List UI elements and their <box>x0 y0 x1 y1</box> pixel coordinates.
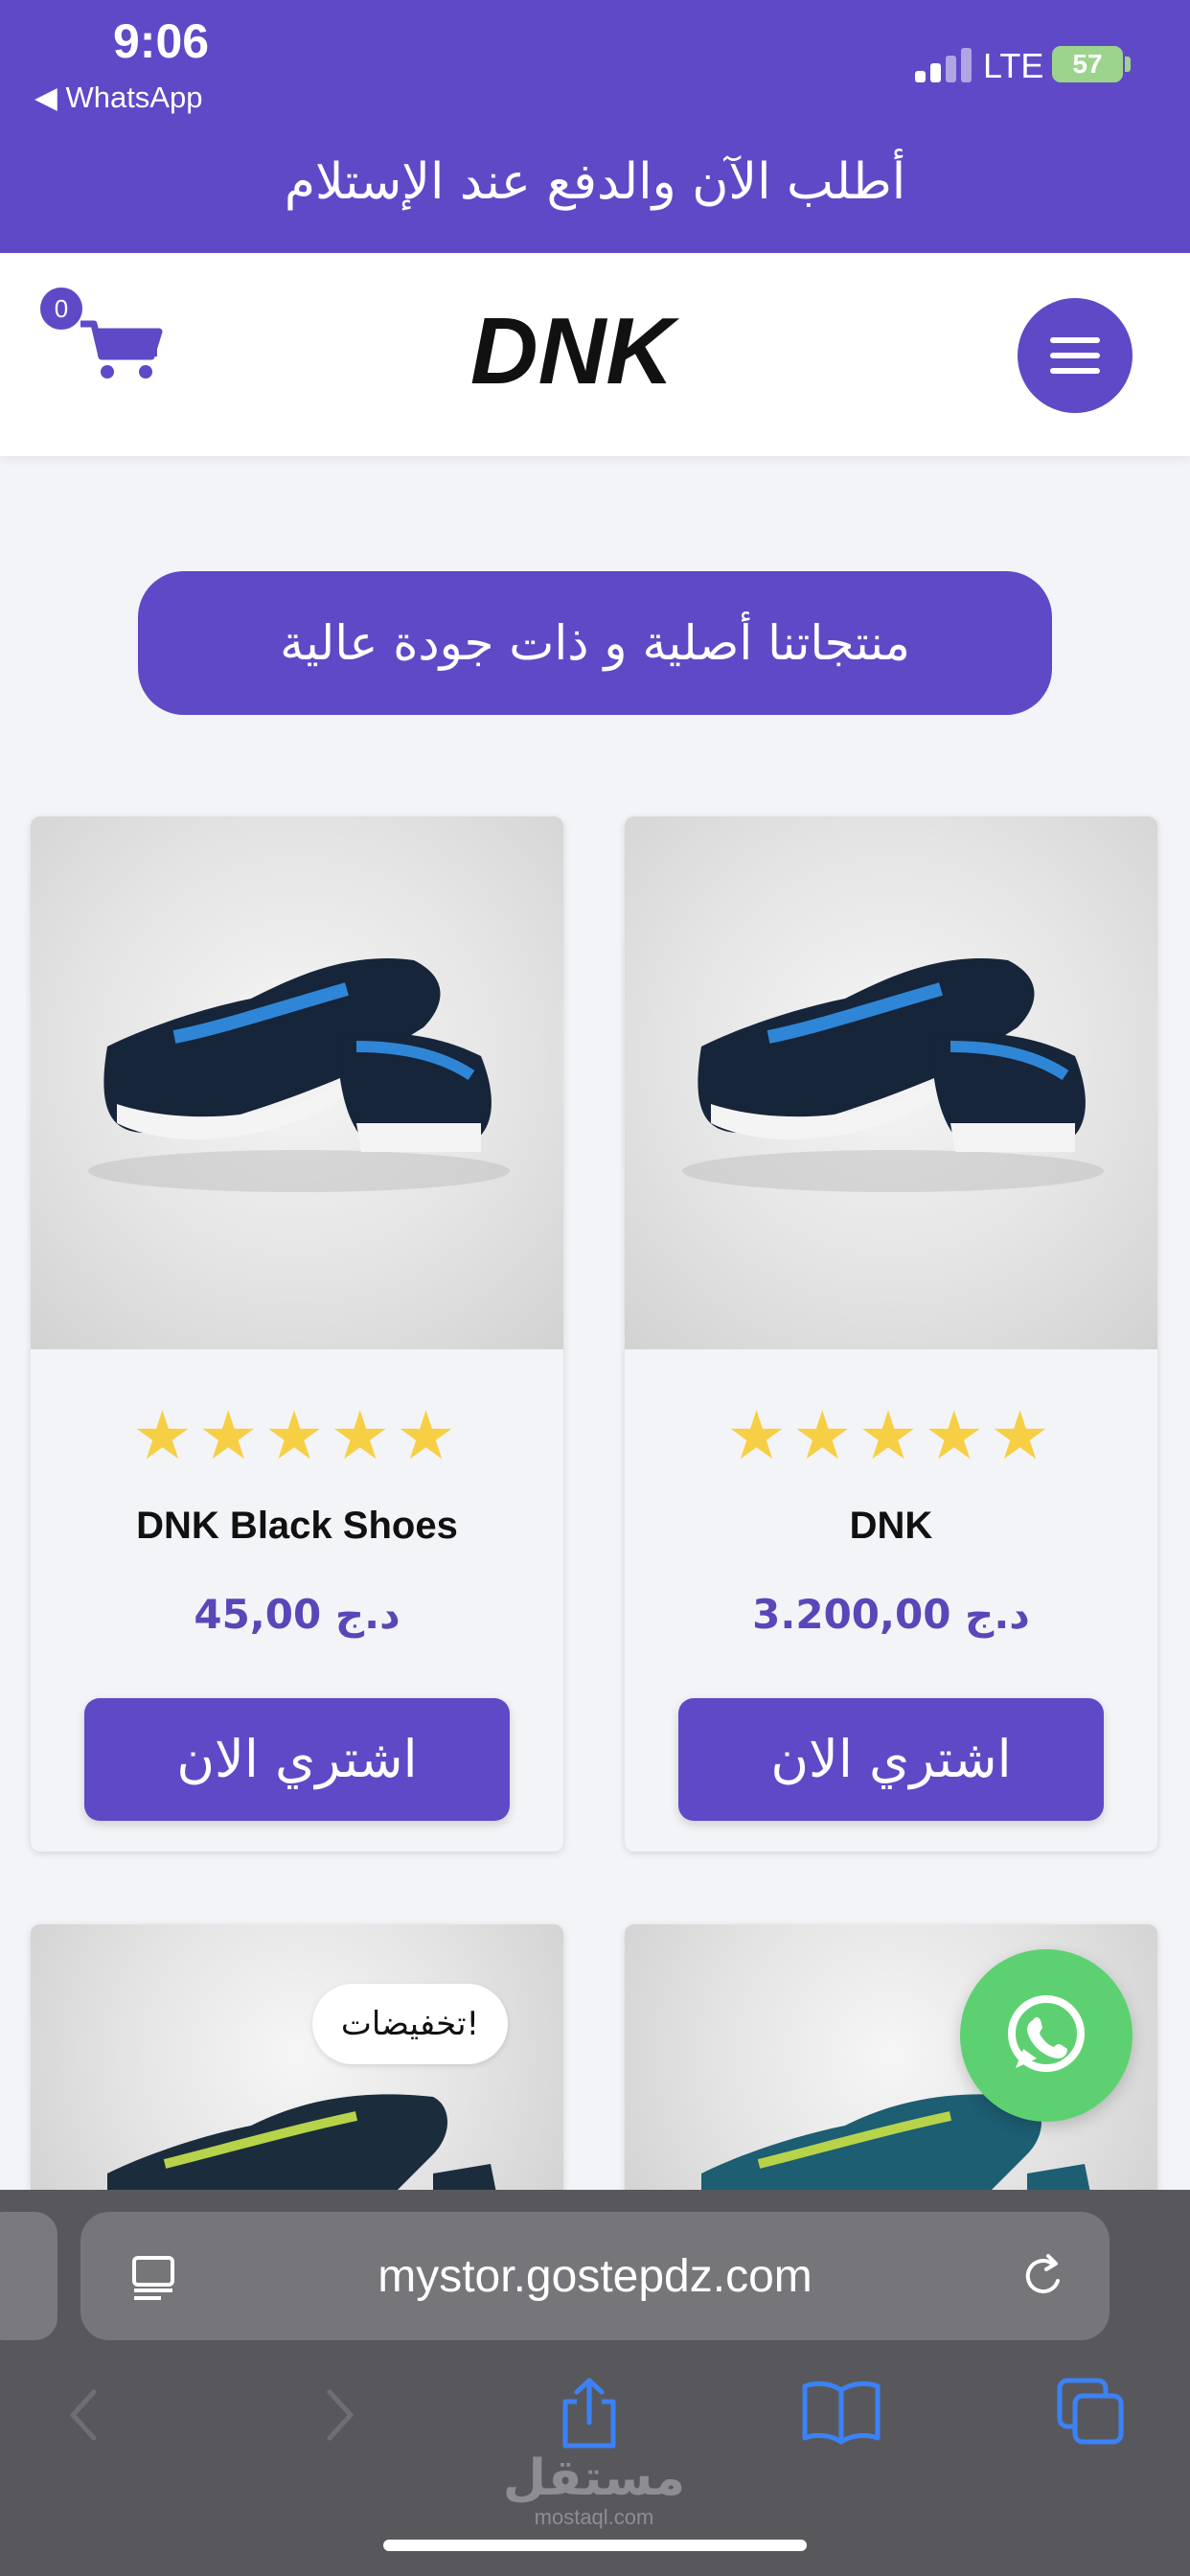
whatsapp-chat-button[interactable] <box>960 1949 1133 2122</box>
url-text[interactable]: mystor.gostepdz.com <box>80 2250 1110 2303</box>
watermark-arabic: مستقل <box>502 2450 686 2507</box>
dnk-logo[interactable]: DNK <box>455 299 685 404</box>
back-to-whatsapp-link[interactable]: ◀ WhatsApp <box>34 80 202 115</box>
product-image[interactable] <box>31 1924 563 2212</box>
cart-count-badge: 0 <box>40 288 82 330</box>
bookmarks-icon[interactable] <box>801 2377 881 2446</box>
rating-stars: ★★★★★ <box>132 1396 462 1475</box>
mostaql-watermark: مستقل mostaql.com <box>498 2451 690 2530</box>
cart-icon[interactable] <box>79 314 165 383</box>
signal-icon <box>915 48 974 82</box>
product-card[interactable]: ★★★★★ DNK Black Shoes 45,00 د.ج اشتري ال… <box>31 816 563 1852</box>
battery-indicator: 57 <box>1052 46 1123 82</box>
home-indicator[interactable] <box>383 2540 807 2551</box>
battery-icon <box>1125 57 1131 72</box>
watermark-latin: mostaql.com <box>534 2505 654 2529</box>
product-card[interactable] <box>31 1924 563 2212</box>
product-price: 3.200,00 د.ج <box>752 1591 1030 1638</box>
promo-banner-text: أطلب الآن والدفع عند الإستلام <box>284 153 906 211</box>
tabs-icon[interactable] <box>1054 2375 1127 2448</box>
product-image[interactable] <box>625 816 1157 1349</box>
section-heading: منتجاتنا أصلية و ذات جودة عالية <box>138 571 1052 715</box>
product-name[interactable]: DNK Black Shoes <box>31 1505 563 1548</box>
product-name[interactable]: DNK <box>625 1505 1157 1548</box>
product-price: 45,00 د.ج <box>194 1591 400 1638</box>
share-icon[interactable] <box>556 2375 623 2451</box>
network-label: LTE <box>983 46 1044 85</box>
product-image[interactable] <box>31 816 563 1349</box>
previous-tab[interactable] <box>0 2212 57 2340</box>
product-card[interactable]: ★★★★★ DNK 3.200,00 د.ج اشتري الان <box>625 816 1157 1852</box>
back-icon[interactable] <box>61 2386 107 2444</box>
status-time: 9:06 <box>113 14 210 68</box>
buy-now-button[interactable]: اشتري الان <box>678 1698 1104 1821</box>
forward-icon[interactable] <box>316 2386 362 2444</box>
buy-now-button[interactable]: اشتري الان <box>84 1698 510 1821</box>
rating-stars: ★★★★★ <box>726 1396 1056 1475</box>
menu-button[interactable] <box>1018 298 1133 413</box>
sale-badge: تخفيضات! <box>312 1984 508 2064</box>
reload-icon[interactable] <box>1019 2252 1069 2302</box>
svg-text:DNK: DNK <box>470 299 680 403</box>
